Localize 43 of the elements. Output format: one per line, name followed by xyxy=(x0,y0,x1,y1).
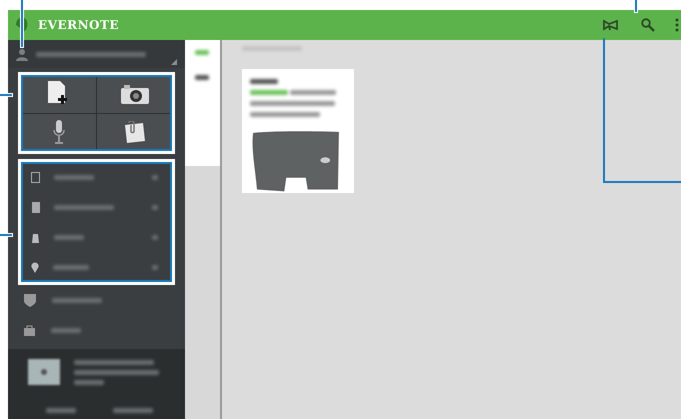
callout-line xyxy=(0,94,12,96)
note-icon xyxy=(31,172,40,182)
shield-icon xyxy=(24,294,36,306)
blurred-text xyxy=(152,204,158,210)
document-plus-icon xyxy=(48,80,70,107)
blurred-text xyxy=(54,204,114,210)
microphone-icon xyxy=(52,120,64,144)
blurred-text xyxy=(52,298,102,302)
callout-line xyxy=(635,0,637,12)
blurred-text xyxy=(54,174,94,180)
camera-icon xyxy=(120,84,148,104)
shopping-bag-icon xyxy=(24,324,35,336)
blurred-text xyxy=(250,90,288,95)
callout-line xyxy=(0,234,12,236)
tag-icon xyxy=(31,232,40,242)
user-icon xyxy=(16,48,28,60)
blurred-text xyxy=(250,79,278,84)
note-card[interactable] xyxy=(242,69,354,193)
callout-line xyxy=(21,0,23,47)
paperclip-note-icon xyxy=(122,121,146,144)
blurred-text xyxy=(53,264,89,270)
blurred-text xyxy=(152,264,158,270)
blurred-text xyxy=(195,50,209,55)
account-selector[interactable] xyxy=(8,40,185,68)
blurred-text xyxy=(51,328,81,332)
new-note-tile[interactable] xyxy=(21,75,96,112)
blurred-text xyxy=(54,234,84,240)
blurred-text xyxy=(250,112,320,117)
blurred-text xyxy=(74,380,104,384)
promo-image xyxy=(28,359,60,385)
dropdown-corner-icon xyxy=(171,59,177,65)
camera-tile[interactable] xyxy=(97,75,172,112)
notebook-icon xyxy=(31,202,40,212)
attachment-tile[interactable] xyxy=(97,114,172,151)
blurred-text xyxy=(152,234,158,240)
blurred-text xyxy=(195,75,209,80)
blurred-text xyxy=(152,174,158,180)
blurred-text xyxy=(290,90,336,95)
location-pin-icon xyxy=(31,262,39,272)
app-title: EVERNOTE xyxy=(38,18,120,32)
search-icon[interactable] xyxy=(641,18,655,32)
audio-tile[interactable] xyxy=(21,114,96,151)
overflow-menu-icon[interactable] xyxy=(675,18,679,32)
